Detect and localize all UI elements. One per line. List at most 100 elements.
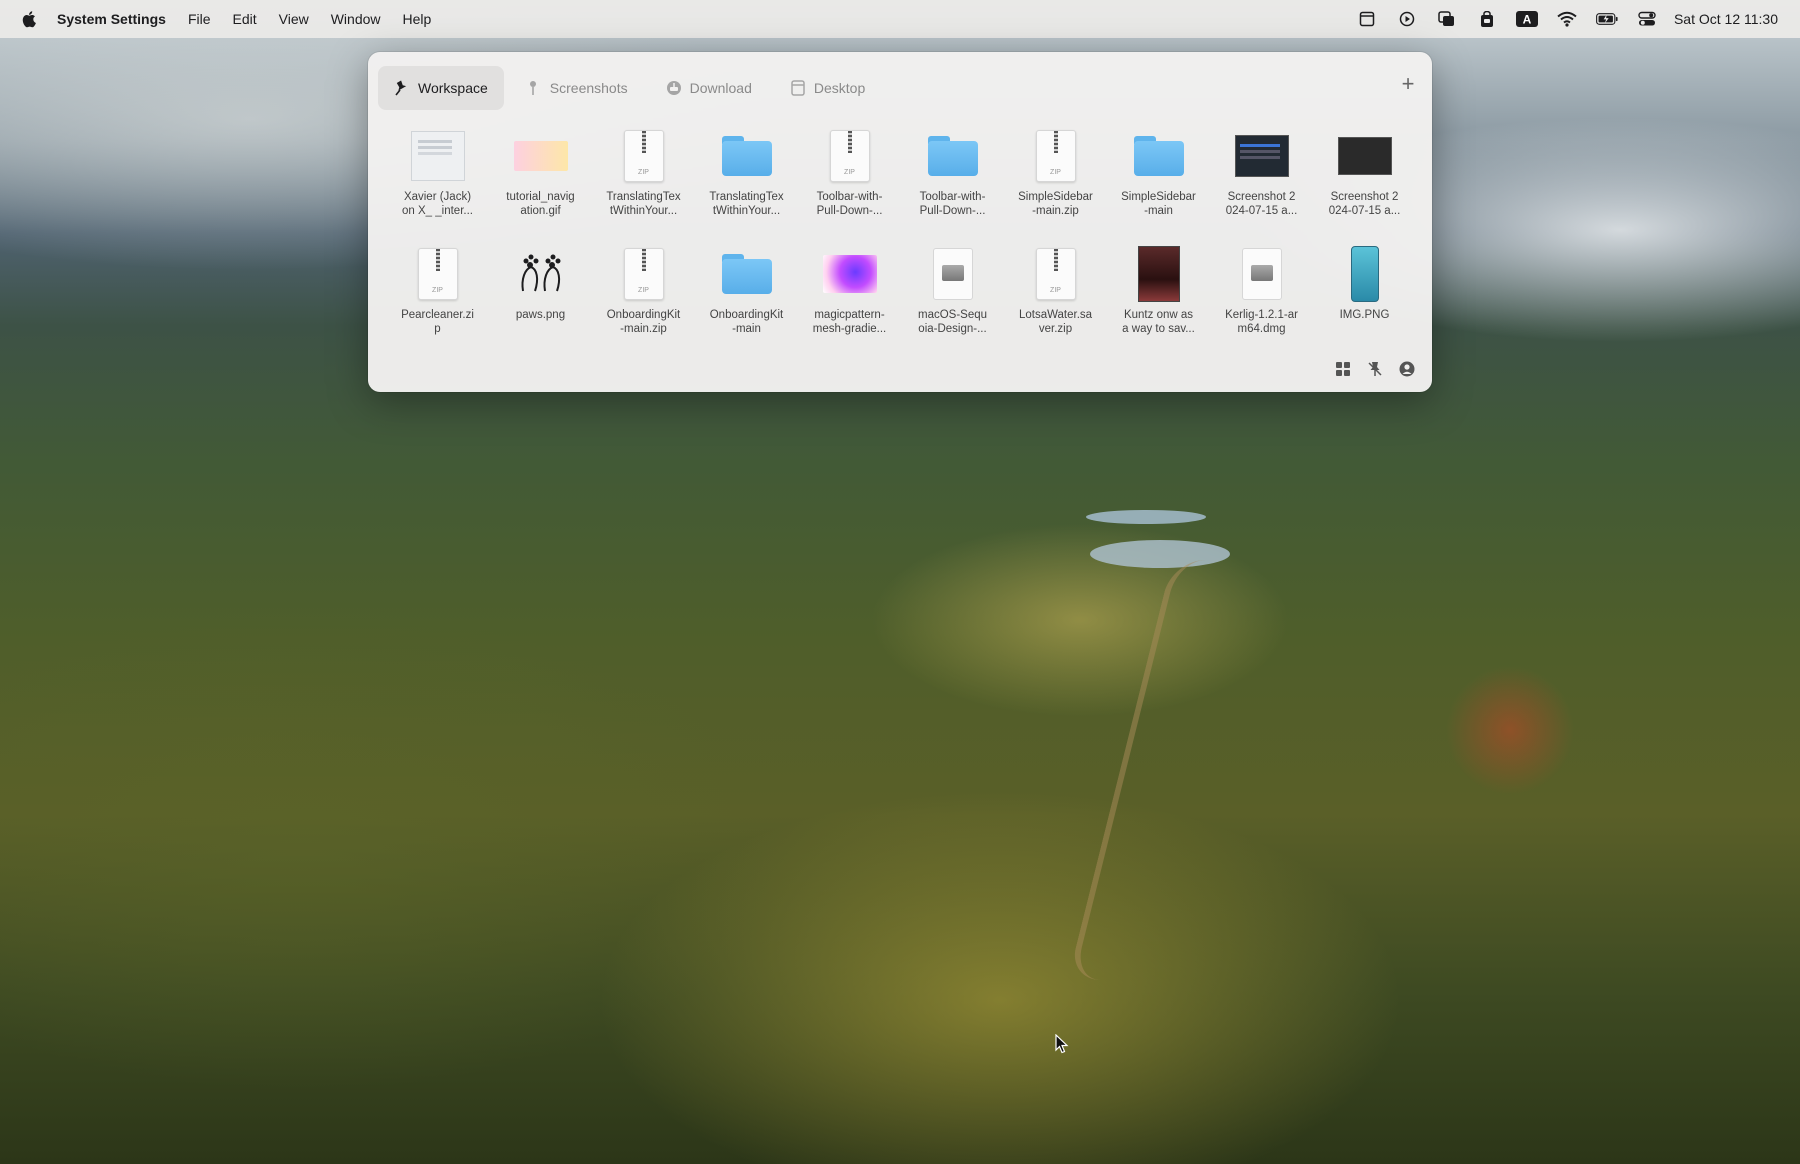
- paws-icon: [513, 246, 569, 302]
- add-tab-button[interactable]: +: [1398, 73, 1418, 95]
- menu-file[interactable]: File: [188, 11, 211, 27]
- file-item[interactable]: magicpattern- mesh-gradie...: [798, 246, 901, 364]
- wallpaper-road: [1067, 560, 1239, 980]
- file-item[interactable]: tutorial_navig ation.gif: [489, 128, 592, 246]
- play-icon[interactable]: [1396, 8, 1418, 30]
- photo-thumbnail: [1131, 246, 1187, 302]
- png-thumbnail: [1337, 246, 1393, 302]
- file-name: macOS-Sequ oia-Design-...: [917, 309, 988, 335]
- grid-icon[interactable]: [1332, 358, 1354, 380]
- gif-thumbnail: [513, 128, 569, 184]
- control-center-icon[interactable]: [1636, 8, 1658, 30]
- zip-file-icon: [616, 128, 672, 184]
- file-item[interactable]: Pearcleaner.zi p: [386, 246, 489, 364]
- file-name: Toolbar-with- Pull-Down-...: [816, 191, 883, 217]
- svg-text:A: A: [1523, 13, 1532, 27]
- menu-clock[interactable]: Sat Oct 12 11:30: [1674, 11, 1778, 27]
- file-item[interactable]: OnboardingKit -main.zip: [592, 246, 695, 364]
- menu-app-name[interactable]: System Settings: [57, 11, 166, 27]
- folder-icon: [719, 246, 775, 302]
- file-name: magicpattern- mesh-gradie...: [812, 309, 887, 335]
- tab-download[interactable]: Download: [650, 66, 768, 110]
- file-name: IMG.PNG: [1339, 309, 1390, 321]
- zip-file-icon: [822, 128, 878, 184]
- tab-label: Screenshots: [549, 80, 628, 96]
- zip-file-icon: [410, 246, 466, 302]
- file-item[interactable]: OnboardingKit -main: [695, 246, 798, 364]
- wallpaper-lake: [1086, 510, 1206, 524]
- screenshot-thumbnail: [1337, 128, 1393, 184]
- file-name: Kerlig-1.2.1-ar m64.dmg: [1225, 309, 1298, 335]
- desktop-icon: [790, 80, 806, 96]
- menu-window[interactable]: Window: [331, 11, 381, 27]
- menu-help[interactable]: Help: [403, 11, 432, 27]
- image-thumbnail: [410, 128, 466, 184]
- file-name: TranslatingTex tWithinYour...: [606, 191, 681, 217]
- file-name: Toolbar-with- Pull-Down-...: [919, 191, 986, 217]
- file-name: TranslatingTex tWithinYour...: [709, 191, 784, 217]
- mesh-gradient-thumbnail: [822, 246, 878, 302]
- file-item[interactable]: Kuntz onw as a way to sav...: [1107, 246, 1210, 364]
- file-item[interactable]: TranslatingTex tWithinYour...: [695, 128, 798, 246]
- file-name: paws.png: [515, 309, 566, 321]
- file-grid: Xavier (Jack) on X_ _inter... tutorial_n…: [386, 128, 1426, 364]
- file-item[interactable]: IMG.PNG: [1313, 246, 1416, 364]
- status-area: A Sat Oct 12 11:30: [1338, 0, 1778, 38]
- tab-desktop[interactable]: Desktop: [774, 66, 881, 110]
- file-name: Screenshot 2 024-07-15 a...: [1225, 191, 1298, 217]
- bag-icon[interactable]: [1476, 8, 1498, 30]
- file-item[interactable]: Screenshot 2 024-07-15 a...: [1313, 128, 1416, 246]
- file-item[interactable]: Toolbar-with- Pull-Down-...: [901, 128, 1004, 246]
- dmg-file-icon: [925, 246, 981, 302]
- tab-workspace[interactable]: Workspace: [378, 66, 504, 110]
- tab-label: Desktop: [813, 80, 866, 96]
- mouse-cursor-icon: [1055, 1033, 1069, 1059]
- folder-icon: [719, 128, 775, 184]
- file-name: LotsaWater.sa ver.zip: [1018, 309, 1093, 335]
- file-name: Kuntz onw as a way to sav...: [1122, 309, 1195, 335]
- file-shelf-panel: Workspace Screenshots Download Desktop +: [368, 52, 1432, 392]
- pin-icon: [526, 80, 542, 96]
- zip-file-icon: [616, 246, 672, 302]
- file-name: Pearcleaner.zi p: [401, 309, 474, 335]
- account-icon[interactable]: [1396, 358, 1418, 380]
- keyboard-a-icon[interactable]: A: [1515, 8, 1538, 30]
- menu-edit[interactable]: Edit: [233, 11, 257, 27]
- menu-view[interactable]: View: [279, 11, 309, 27]
- tab-screenshots[interactable]: Screenshots: [510, 66, 644, 110]
- battery-icon[interactable]: [1596, 8, 1618, 30]
- folder-icon: [1131, 128, 1187, 184]
- file-row: Xavier (Jack) on X_ _inter... tutorial_n…: [386, 128, 1426, 246]
- file-item[interactable]: Toolbar-with- Pull-Down-...: [798, 128, 901, 246]
- panel-footer: [1322, 358, 1418, 380]
- file-item[interactable]: TranslatingTex tWithinYour...: [592, 128, 695, 246]
- file-item[interactable]: paws.png: [489, 246, 592, 364]
- zip-file-icon: [1028, 128, 1084, 184]
- file-item[interactable]: Xavier (Jack) on X_ _inter...: [386, 128, 489, 246]
- file-item[interactable]: SimpleSidebar -main.zip: [1004, 128, 1107, 246]
- tab-label: Workspace: [418, 80, 488, 96]
- file-item[interactable]: LotsaWater.sa ver.zip: [1004, 246, 1107, 364]
- screenshot-thumbnail: [1234, 128, 1290, 184]
- shelf-tabs: Workspace Screenshots Download Desktop: [378, 66, 887, 110]
- file-item[interactable]: Kerlig-1.2.1-ar m64.dmg: [1210, 246, 1313, 364]
- menu-bar: System Settings File Edit View Window He…: [0, 0, 1800, 38]
- file-row: Pearcleaner.zi p paws.png OnboardingKit …: [386, 246, 1426, 364]
- file-item[interactable]: SimpleSidebar -main: [1107, 128, 1210, 246]
- file-name: Xavier (Jack) on X_ _inter...: [402, 191, 473, 217]
- dmg-file-icon: [1234, 246, 1290, 302]
- file-item[interactable]: macOS-Sequ oia-Design-...: [901, 246, 1004, 364]
- tab-label: Download: [689, 80, 752, 96]
- file-name: SimpleSidebar -main.zip: [1018, 191, 1093, 217]
- zip-file-icon: [1028, 246, 1084, 302]
- apple-menu-icon[interactable]: [21, 10, 37, 28]
- file-name: OnboardingKit -main.zip: [606, 309, 681, 335]
- download-icon: [666, 80, 682, 96]
- folder-icon: [925, 128, 981, 184]
- file-item[interactable]: Screenshot 2 024-07-15 a...: [1210, 128, 1313, 246]
- file-name: SimpleSidebar -main: [1121, 191, 1196, 217]
- windows-icon[interactable]: [1436, 8, 1458, 30]
- wifi-icon[interactable]: [1556, 8, 1578, 30]
- note-icon[interactable]: [1356, 8, 1378, 30]
- unpin-icon[interactable]: [1364, 358, 1386, 380]
